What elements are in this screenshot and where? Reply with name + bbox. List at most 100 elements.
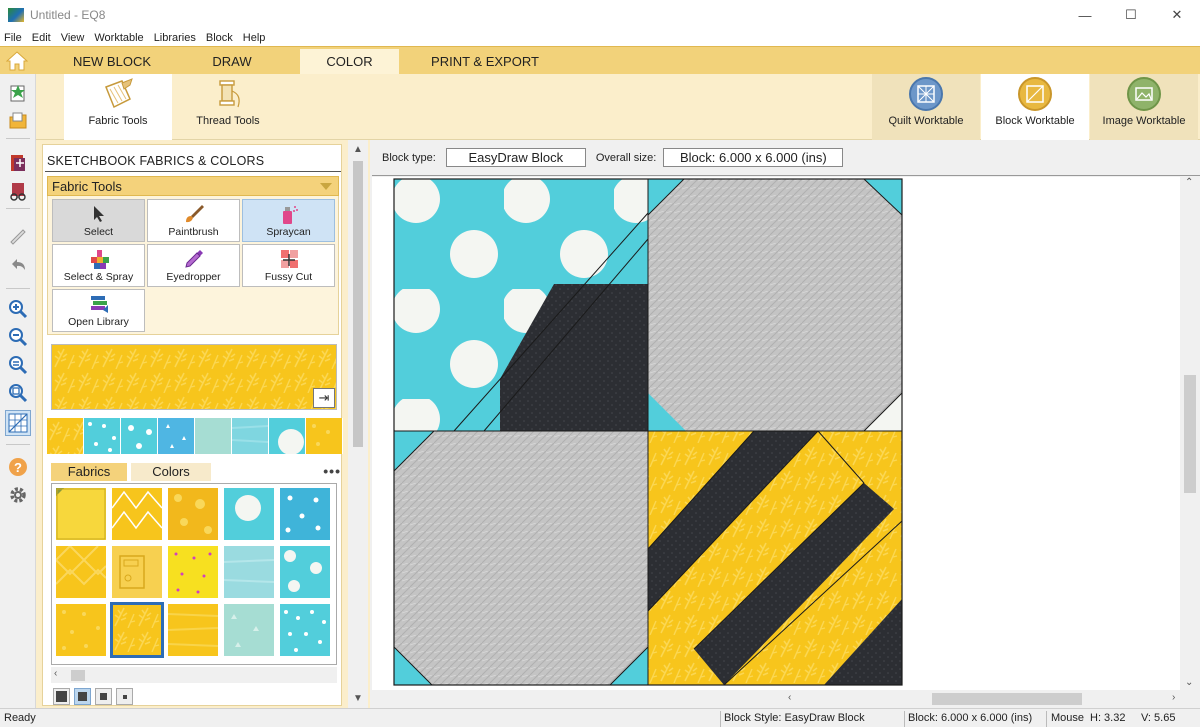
new-project-icon[interactable]	[7, 82, 29, 104]
home-icon[interactable]	[5, 51, 29, 71]
fabric-swatch[interactable]	[56, 488, 106, 540]
worktable-vscroll-thumb[interactable]	[1184, 375, 1196, 493]
swatch-size-large-button[interactable]	[53, 688, 70, 705]
minimize-button[interactable]: —	[1062, 0, 1108, 30]
fabric-swatch[interactable]	[56, 546, 106, 598]
fabric-swatch[interactable]	[280, 604, 330, 656]
quilt-worktable-button[interactable]: Quilt Worktable	[872, 74, 980, 140]
fabric-swatch-selected[interactable]	[110, 602, 164, 658]
fabric-grid-scrollbar[interactable]: ‹	[51, 667, 337, 683]
swatch-size-small-button[interactable]	[95, 688, 112, 705]
select-spray-tool-button[interactable]: Select & Spray	[52, 244, 145, 287]
expand-preview-icon[interactable]: ⇥	[313, 388, 335, 408]
scroll-up-icon[interactable]: ⌃	[1185, 177, 1193, 188]
strip-swatch[interactable]	[158, 418, 195, 454]
fussy-cut-tool-button[interactable]: Fussy Cut	[242, 244, 335, 287]
spraycan-icon	[278, 203, 300, 225]
menu-worktable[interactable]: Worktable	[89, 32, 148, 44]
worktable-hscroll-thumb[interactable]	[932, 693, 1082, 705]
tab-new-block[interactable]: NEW BLOCK	[58, 49, 166, 75]
menu-block[interactable]: Block	[201, 32, 238, 44]
fabric-tools-header[interactable]: Fabric Tools	[47, 176, 339, 196]
view-sketchbook-icon[interactable]	[7, 180, 29, 202]
scroll-down-icon[interactable]: ▼	[353, 693, 363, 704]
add-to-sketchbook-icon[interactable]	[7, 152, 29, 174]
block-worktable[interactable]	[372, 177, 1180, 690]
undo-icon[interactable]	[7, 254, 29, 276]
spraycan-tool-button[interactable]: Spraycan	[242, 199, 335, 242]
maximize-button[interactable]: ☐	[1108, 0, 1154, 30]
open-project-icon[interactable]	[7, 110, 29, 132]
fabric-swatch[interactable]	[112, 546, 162, 598]
worktable-horizontal-scrollbar[interactable]: ‹ ›	[372, 690, 1200, 708]
panel-scroll-thumb[interactable]	[353, 161, 363, 447]
block-canvas[interactable]	[372, 177, 1180, 690]
strip-swatch[interactable]	[232, 418, 269, 454]
block-worktable-button[interactable]: Block Worktable	[981, 74, 1089, 140]
fabric-swatch[interactable]	[56, 604, 106, 656]
help-icon[interactable]: ?	[7, 456, 29, 478]
ruler-icon[interactable]	[7, 226, 29, 248]
svg-text:?: ?	[14, 460, 22, 475]
fabric-swatch[interactable]	[224, 546, 274, 598]
tab-colors[interactable]: Colors	[131, 463, 211, 481]
paintbrush-icon	[183, 203, 205, 225]
panel-scrollbar[interactable]: ▲ ▼	[348, 140, 368, 708]
strip-swatch[interactable]	[306, 418, 343, 454]
fabric-swatch[interactable]	[112, 488, 162, 540]
swatch-size-medium-button[interactable]	[74, 688, 91, 705]
scroll-down-icon[interactable]: ⌄	[1185, 677, 1193, 688]
tab-print-export[interactable]: PRINT & EXPORT	[420, 49, 550, 75]
image-worktable-button[interactable]: Image Worktable	[1090, 74, 1198, 140]
tab-fabrics[interactable]: Fabrics	[51, 463, 127, 481]
menu-help[interactable]: Help	[238, 32, 271, 44]
patch-top-right[interactable]	[647, 178, 903, 432]
tab-draw[interactable]: DRAW	[178, 49, 286, 75]
menu-view[interactable]: View	[56, 32, 90, 44]
menu-libraries[interactable]: Libraries	[149, 32, 201, 44]
strip-swatch[interactable]	[195, 418, 232, 454]
scroll-right-icon[interactable]: ›	[1172, 692, 1175, 703]
fabric-tools-button[interactable]: Fabric Tools	[64, 74, 172, 140]
zoom-in-icon[interactable]	[7, 298, 29, 320]
fabric-swatch[interactable]	[280, 488, 330, 540]
eyedropper-tool-button[interactable]: Eyedropper	[147, 244, 240, 287]
library-books-icon	[88, 293, 110, 315]
swatch-size-tiny-button[interactable]	[116, 688, 133, 705]
swatch-size-buttons	[53, 688, 133, 705]
strip-swatch[interactable]	[269, 418, 306, 454]
worktable-vertical-scrollbar[interactable]: ⌃ ⌄	[1180, 177, 1200, 690]
menu-file[interactable]: File	[0, 32, 27, 44]
fabric-swatch[interactable]	[280, 546, 330, 598]
paintbrush-tool-button[interactable]: Paintbrush	[147, 199, 240, 242]
thread-tools-button[interactable]: Thread Tools	[174, 74, 282, 140]
close-button[interactable]: ✕	[1154, 0, 1200, 30]
scroll-thumb[interactable]	[71, 670, 85, 681]
strip-swatch[interactable]	[121, 418, 158, 454]
fit-to-worktable-icon[interactable]	[7, 382, 29, 404]
fabric-swatch[interactable]	[224, 604, 274, 656]
patch-top-left[interactable]	[394, 179, 649, 432]
collapse-arrow-icon[interactable]	[320, 183, 332, 190]
scroll-left-icon[interactable]: ‹	[54, 668, 57, 679]
patch-bottom-right[interactable]	[647, 430, 903, 686]
grid-view-icon[interactable]	[5, 410, 31, 436]
fabric-swatch[interactable]	[168, 604, 218, 656]
fabric-swatch-icon	[100, 77, 136, 111]
tab-color[interactable]: COLOR	[300, 49, 399, 75]
strip-swatch[interactable]	[84, 418, 121, 454]
select-tool-button[interactable]: Select	[52, 199, 145, 242]
more-options-icon[interactable]: •••	[323, 463, 341, 479]
fabric-swatch[interactable]	[224, 488, 274, 540]
zoom-refresh-icon[interactable]	[7, 354, 29, 376]
patch-bottom-left[interactable]	[393, 430, 649, 686]
strip-swatch[interactable]	[47, 418, 84, 454]
fabric-swatch[interactable]	[168, 546, 218, 598]
scroll-left-icon[interactable]: ‹	[788, 692, 791, 703]
zoom-out-icon[interactable]	[7, 326, 29, 348]
open-library-button[interactable]: Open Library	[52, 289, 145, 332]
fabric-swatch[interactable]	[168, 488, 218, 540]
menu-edit[interactable]: Edit	[27, 32, 56, 44]
settings-gear-icon[interactable]	[7, 484, 29, 506]
scroll-up-icon[interactable]: ▲	[353, 144, 363, 155]
